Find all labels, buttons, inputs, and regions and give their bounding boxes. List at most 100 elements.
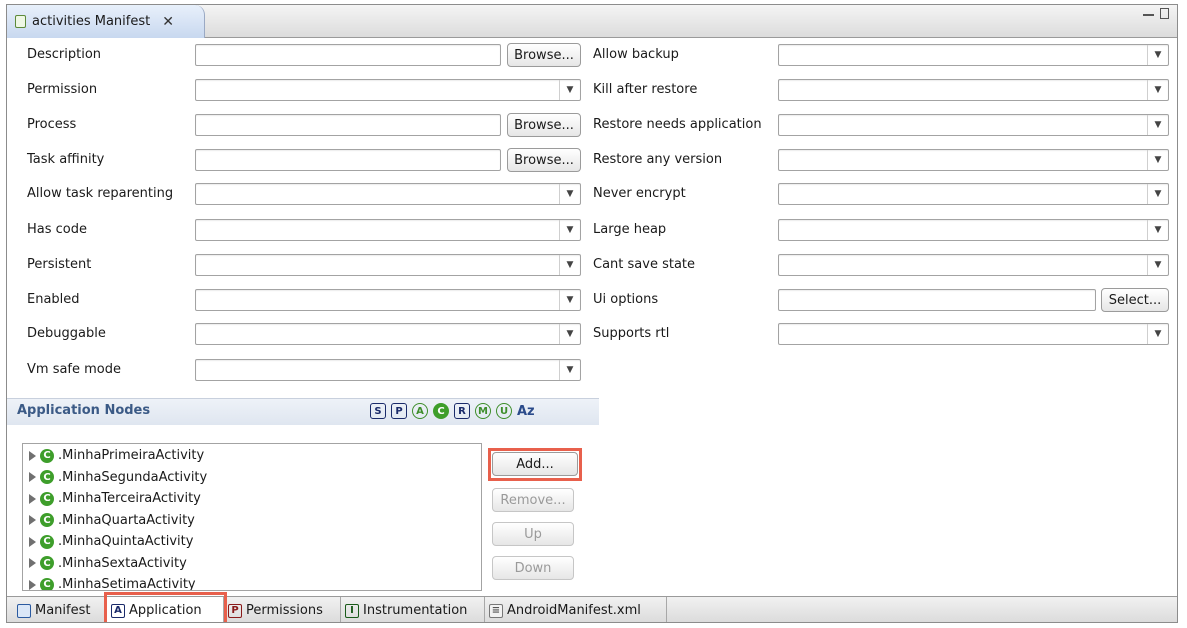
ui-options-select-button[interactable]: Select... — [1101, 288, 1169, 312]
description-browse-button[interactable]: Browse... — [507, 43, 581, 67]
debuggable-combo[interactable]: ▼ — [195, 323, 581, 345]
large-heap-combo[interactable]: ▼ — [778, 219, 1169, 241]
receiver-icon[interactable]: R — [454, 403, 470, 419]
permission-label: Permission — [27, 82, 98, 97]
tree-node-activity[interactable]: C .MinhaSegundaActivity — [29, 470, 207, 485]
cant-save-state-label: Cant save state — [593, 257, 696, 272]
tree-node-activity[interactable]: C .MinhaQuintaActivity — [29, 534, 193, 549]
dropdown-arrow-icon[interactable]: ▼ — [1147, 255, 1168, 275]
expand-arrow-icon[interactable] — [29, 536, 36, 547]
never-encrypt-combo[interactable]: ▼ — [778, 183, 1169, 205]
task-affinity-input[interactable] — [195, 149, 501, 171]
kill-after-restore-label: Kill after restore — [593, 82, 698, 97]
activity-class-icon: C — [40, 491, 54, 506]
dropdown-arrow-icon[interactable]: ▼ — [559, 184, 580, 204]
dropdown-arrow-icon[interactable]: ▼ — [1147, 324, 1168, 344]
manifest-icon — [17, 603, 31, 618]
meta-data-icon[interactable]: M — [475, 403, 491, 419]
dropdown-arrow-icon[interactable]: ▼ — [1147, 184, 1168, 204]
down-button[interactable]: Down — [492, 556, 574, 580]
tree-node-activity[interactable]: C .MinhaTerceiraActivity — [29, 491, 201, 506]
persistent-combo[interactable]: ▼ — [195, 254, 581, 276]
class-icon[interactable]: C — [433, 403, 449, 419]
dropdown-arrow-icon[interactable]: ▼ — [559, 80, 580, 100]
permission-combo[interactable]: ▼ — [195, 79, 581, 101]
expand-arrow-icon[interactable] — [29, 579, 36, 590]
application-nodes-tree[interactable]: C .MinhaPrimeiraActivity C .MinhaSegundaAct… — [22, 443, 482, 591]
restore-any-version-label: Restore any version — [593, 152, 723, 167]
expand-arrow-icon[interactable] — [29, 493, 36, 504]
allow-backup-combo[interactable]: ▼ — [778, 44, 1169, 66]
description-label: Description — [27, 47, 102, 62]
expand-arrow-icon[interactable] — [29, 472, 36, 482]
dropdown-arrow-icon[interactable]: ▼ — [559, 220, 580, 240]
dropdown-arrow-icon[interactable]: ▼ — [1147, 45, 1168, 65]
enabled-combo[interactable]: ▼ — [195, 289, 581, 311]
tree-node-label: .MinhaTerceiraActivity — [58, 491, 201, 506]
ui-options-input[interactable] — [778, 289, 1096, 311]
dropdown-arrow-icon[interactable]: ▼ — [559, 360, 580, 380]
sort-alpha-icon[interactable]: Az — [517, 403, 535, 419]
process-label: Process — [27, 117, 77, 132]
permissions-icon: P — [228, 603, 242, 618]
activity-class-icon: C — [40, 513, 54, 527]
process-input[interactable] — [195, 114, 501, 136]
application-tab-highlight — [104, 592, 227, 622]
add-button-highlight — [488, 448, 582, 481]
provider-icon[interactable]: P — [391, 403, 407, 419]
tab-instrumentation[interactable]: I Instrumentation — [341, 597, 485, 622]
expand-arrow-icon[interactable] — [29, 558, 36, 568]
dropdown-arrow-icon[interactable]: ▼ — [559, 324, 580, 344]
application-nodes-header: Application Nodes S P A C R M U Az — [7, 398, 599, 425]
dropdown-arrow-icon[interactable]: ▼ — [1147, 220, 1168, 240]
maximize-icon[interactable] — [1160, 8, 1169, 19]
tree-node-label: .MinhaSetimaActivity — [58, 577, 196, 591]
tab-label: AndroidManifest.xml — [507, 603, 641, 618]
restore-needs-application-combo[interactable]: ▼ — [778, 114, 1169, 136]
vm-safe-mode-combo[interactable]: ▼ — [195, 359, 581, 381]
tab-permissions[interactable]: P Permissions — [224, 597, 341, 622]
allow-task-reparenting-combo[interactable]: ▼ — [195, 183, 581, 205]
kill-after-restore-combo[interactable]: ▼ — [778, 79, 1169, 101]
task-affinity-browse-button[interactable]: Browse... — [507, 148, 581, 172]
tab-label: Permissions — [246, 603, 323, 618]
expand-arrow-icon[interactable] — [29, 450, 36, 461]
process-browse-button[interactable]: Browse... — [507, 113, 581, 137]
tab-label: Instrumentation — [363, 603, 468, 618]
activity-class-icon: C — [40, 556, 54, 570]
editor-tab-title: activities Manifest — [32, 14, 151, 29]
remove-button[interactable]: Remove... — [492, 488, 574, 512]
allow-backup-label: Allow backup — [593, 47, 679, 62]
dropdown-arrow-icon[interactable]: ▼ — [559, 290, 580, 310]
tree-node-label: .MinhaSextaActivity — [58, 555, 187, 571]
minimize-icon[interactable] — [1143, 8, 1154, 16]
editor-tab-bar: activities Manifest ✕ — [7, 5, 1177, 38]
dropdown-arrow-icon[interactable]: ▼ — [1147, 150, 1168, 170]
uses-library-icon[interactable]: U — [496, 403, 512, 419]
dropdown-arrow-icon[interactable]: ▼ — [559, 255, 580, 275]
description-input[interactable] — [195, 44, 501, 66]
tab-androidmanifest-xml[interactable]: ≡ AndroidManifest.xml — [485, 597, 667, 622]
cant-save-state-combo[interactable]: ▼ — [778, 254, 1169, 276]
tab-label: Manifest — [35, 603, 91, 618]
close-tab-icon[interactable]: ✕ — [162, 14, 174, 30]
tree-node-activity[interactable]: C .MinhaSetimaActivity — [29, 577, 196, 591]
up-button[interactable]: Up — [492, 522, 574, 546]
expand-arrow-icon[interactable] — [29, 515, 36, 525]
tree-node-activity[interactable]: C .MinhaQuartaActivity — [29, 513, 195, 528]
activity-class-icon: C — [40, 448, 54, 463]
dropdown-arrow-icon[interactable]: ▼ — [1147, 80, 1168, 100]
editor-tab-activities-manifest[interactable]: activities Manifest ✕ — [7, 5, 205, 38]
restore-any-version-combo[interactable]: ▼ — [778, 149, 1169, 171]
service-icon[interactable]: S — [370, 403, 386, 419]
supports-rtl-combo[interactable]: ▼ — [778, 323, 1169, 345]
tree-node-activity[interactable]: C .MinhaPrimeiraActivity — [29, 448, 204, 463]
allow-task-reparenting-label: Allow task reparenting — [27, 186, 174, 201]
activity-class-icon: C — [40, 577, 54, 590]
tab-manifest[interactable]: Manifest — [13, 597, 106, 622]
dropdown-arrow-icon[interactable]: ▼ — [1147, 115, 1168, 135]
large-heap-label: Large heap — [593, 222, 667, 237]
has-code-combo[interactable]: ▼ — [195, 219, 581, 241]
activity-alias-icon[interactable]: A — [412, 403, 428, 419]
tree-node-activity[interactable]: C .MinhaSextaActivity — [29, 556, 187, 571]
